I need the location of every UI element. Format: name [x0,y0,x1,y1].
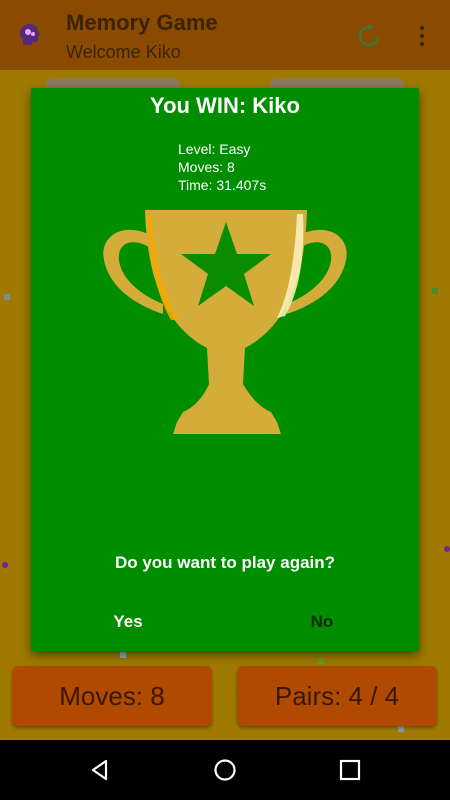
app-title: Memory Game [66,10,218,35]
confetti-piece [398,726,404,732]
play-again-question: Do you want to play again? [114,553,336,572]
app-bar: Memory Game Welcome Kiko [0,0,450,70]
yes-button[interactable]: Yes [93,608,163,636]
app-subtitle: Welcome Kiko [66,42,181,62]
confetti-piece [120,652,126,658]
no-button[interactable]: No [287,608,357,636]
app-screen: Memory Game Welcome Kiko Moves: 8 Pairs:… [0,0,450,740]
confetti-piece [4,294,10,300]
dialog-title: You WIN: Kiko [150,93,300,118]
confetti-piece [444,546,450,552]
confetti-piece [432,288,438,294]
level-text: Level: Easy [178,141,251,157]
brain-head-icon [20,24,40,45]
recent-apps-square-icon[interactable] [338,758,362,782]
win-dialog: You WIN: Kiko Level: Easy Moves: 8 Time:… [31,88,419,651]
trophy-star-icon [103,210,347,434]
pairs-counter: Pairs: 4 / 4 [237,666,437,726]
confetti-piece [2,562,8,568]
confetti-piece [318,658,324,664]
back-triangle-icon[interactable] [88,758,112,782]
refresh-icon[interactable] [356,23,382,49]
moves-text: Moves: 8 [178,159,235,175]
more-vert-icon[interactable] [412,22,432,50]
time-text: Time: 31.407s [178,177,267,193]
home-circle-icon[interactable] [213,758,237,782]
moves-counter: Moves: 8 [12,666,212,726]
game-stats: Level: Easy Moves: 8 Time: 31.407s [178,140,266,194]
